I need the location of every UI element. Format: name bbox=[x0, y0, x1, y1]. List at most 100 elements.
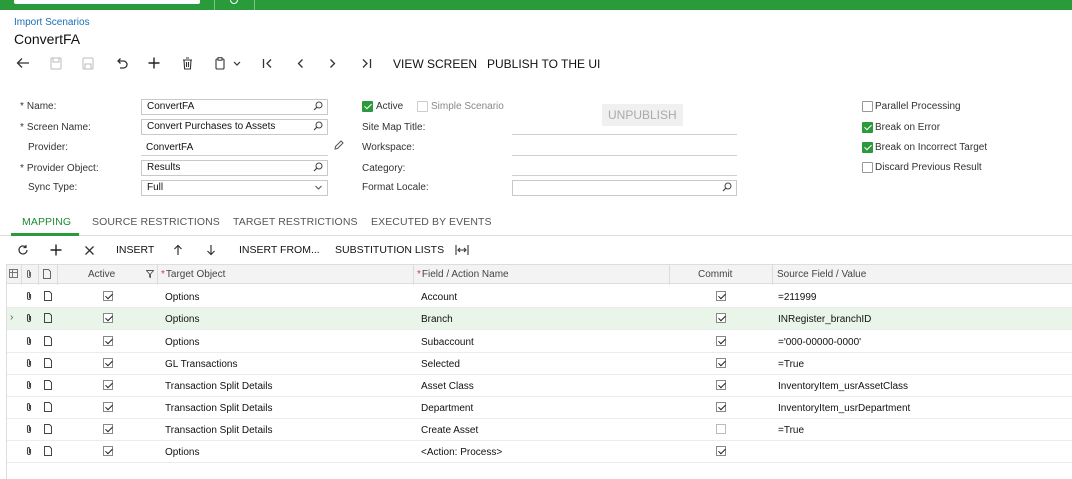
tab-executed-by-events[interactable]: EXECUTED BY EVENTS bbox=[371, 216, 492, 228]
row-commit-checkbox[interactable] bbox=[716, 402, 726, 412]
row-commit-checkbox[interactable] bbox=[716, 336, 726, 346]
tab-mapping[interactable]: MAPPING bbox=[22, 216, 71, 228]
workspace-field[interactable] bbox=[512, 155, 737, 156]
edit-pencil-icon[interactable] bbox=[333, 140, 344, 154]
attachment-icon[interactable] bbox=[25, 402, 33, 415]
row-active-checkbox[interactable] bbox=[103, 402, 113, 412]
source-value-cell[interactable]: InventoryItem_usrDepartment bbox=[778, 403, 910, 414]
category-field[interactable] bbox=[512, 175, 737, 176]
note-icon[interactable] bbox=[44, 313, 52, 326]
back-icon[interactable] bbox=[14, 52, 32, 74]
table-row[interactable]: › Options Branch INRegister_branchID bbox=[7, 308, 1072, 330]
insert-button[interactable]: INSERT bbox=[116, 244, 154, 256]
first-record-icon[interactable] bbox=[259, 52, 275, 74]
note-icon[interactable] bbox=[44, 291, 52, 304]
grid-settings-icon[interactable] bbox=[9, 269, 18, 281]
attachment-icon[interactable] bbox=[25, 380, 33, 393]
row-active-checkbox[interactable] bbox=[103, 380, 113, 390]
note-icon[interactable] bbox=[44, 402, 52, 415]
row-commit-checkbox[interactable] bbox=[716, 424, 726, 434]
breadcrumb[interactable]: Import Scenarios bbox=[14, 17, 90, 28]
field-action-cell[interactable]: Department bbox=[421, 403, 473, 414]
fit-columns-icon[interactable] bbox=[455, 239, 469, 261]
field-action-cell[interactable]: Create Asset bbox=[421, 425, 478, 436]
attachment-icon[interactable] bbox=[25, 424, 33, 437]
refresh-icon[interactable] bbox=[17, 239, 29, 261]
source-field-column-header[interactable]: Source Field / Value bbox=[777, 269, 866, 280]
note-icon[interactable] bbox=[44, 380, 52, 393]
search-icon[interactable] bbox=[722, 182, 732, 195]
field-action-cell[interactable]: Branch bbox=[421, 314, 453, 325]
substitution-lists-button[interactable]: SUBSTITUTION LISTS bbox=[335, 244, 444, 256]
table-row[interactable]: Transaction Split Details Department Inven… bbox=[7, 397, 1072, 419]
source-value-cell[interactable]: InventoryItem_usrAssetClass bbox=[778, 381, 908, 392]
row-commit-checkbox[interactable] bbox=[716, 380, 726, 390]
target-object-cell[interactable]: Options bbox=[165, 292, 199, 303]
target-object-cell[interactable]: Options bbox=[165, 447, 199, 458]
tab-source-restrictions[interactable]: SOURCE RESTRICTIONS bbox=[92, 216, 220, 228]
target-object-column-header[interactable]: *Target Object bbox=[161, 269, 225, 280]
note-icon[interactable] bbox=[44, 358, 52, 371]
clipboard-dropdown-icon[interactable] bbox=[212, 52, 244, 74]
row-active-checkbox[interactable] bbox=[103, 313, 113, 323]
move-down-icon[interactable] bbox=[206, 239, 216, 261]
search-icon[interactable] bbox=[313, 101, 323, 114]
table-row[interactable]: Options <Action: Process> bbox=[7, 441, 1072, 463]
publish-button[interactable]: PUBLISH TO THE UI bbox=[481, 56, 606, 72]
attachment-icon[interactable] bbox=[25, 291, 33, 304]
row-commit-checkbox[interactable] bbox=[716, 291, 726, 301]
screen-name-field[interactable]: Convert Purchases to Assets bbox=[141, 119, 328, 135]
source-value-cell[interactable]: =211999 bbox=[778, 292, 816, 303]
source-value-cell[interactable]: INRegister_branchID bbox=[778, 314, 871, 325]
simple-scenario-checkbox[interactable] bbox=[417, 101, 428, 112]
field-action-cell[interactable]: Asset Class bbox=[421, 381, 474, 392]
attachment-icon[interactable] bbox=[25, 358, 33, 371]
row-commit-checkbox[interactable] bbox=[716, 358, 726, 368]
row-active-checkbox[interactable] bbox=[103, 424, 113, 434]
row-active-checkbox[interactable] bbox=[103, 336, 113, 346]
site-map-title-field[interactable] bbox=[512, 134, 737, 135]
attachment-icon[interactable] bbox=[25, 313, 33, 326]
search-icon[interactable] bbox=[313, 162, 323, 175]
target-object-cell[interactable]: Transaction Split Details bbox=[165, 403, 272, 414]
provider-object-field[interactable]: Results bbox=[141, 160, 328, 176]
field-action-cell[interactable]: Selected bbox=[421, 359, 460, 370]
row-active-checkbox[interactable] bbox=[103, 446, 113, 456]
field-action-column-header[interactable]: *Field / Action Name bbox=[417, 269, 509, 280]
global-search-box[interactable] bbox=[14, 0, 200, 4]
move-up-icon[interactable] bbox=[173, 239, 183, 261]
last-record-icon[interactable] bbox=[358, 52, 374, 74]
source-value-cell[interactable]: =True bbox=[778, 425, 804, 436]
previous-record-icon[interactable] bbox=[292, 52, 308, 74]
delete-icon[interactable] bbox=[179, 52, 195, 74]
target-object-cell[interactable]: Options bbox=[165, 337, 199, 348]
active-checkbox[interactable] bbox=[362, 101, 373, 112]
row-commit-checkbox[interactable] bbox=[716, 313, 726, 323]
row-commit-checkbox[interactable] bbox=[716, 446, 726, 456]
note-icon[interactable] bbox=[44, 446, 52, 459]
view-screen-button[interactable]: VIEW SCREEN bbox=[387, 56, 483, 72]
save-icon[interactable] bbox=[48, 52, 64, 74]
sync-type-select[interactable]: Full bbox=[141, 180, 328, 196]
active-column-header[interactable]: Active bbox=[88, 269, 115, 280]
add-row-icon[interactable] bbox=[50, 239, 62, 261]
table-row[interactable]: Transaction Split Details Create Asset =Tr… bbox=[7, 419, 1072, 441]
note-icon[interactable] bbox=[44, 336, 52, 349]
target-object-cell[interactable]: Transaction Split Details bbox=[165, 381, 272, 392]
add-icon[interactable] bbox=[146, 52, 162, 74]
table-row[interactable]: Options Account =211999 bbox=[7, 286, 1072, 308]
attachment-icon[interactable] bbox=[25, 446, 33, 459]
discard-previous-result-checkbox[interactable] bbox=[862, 162, 873, 173]
save-close-icon[interactable] bbox=[80, 52, 96, 74]
history-icon[interactable] bbox=[230, 0, 238, 4]
table-row[interactable]: GL Transactions Selected =True bbox=[7, 353, 1072, 375]
break-on-incorrect-target-checkbox[interactable] bbox=[862, 142, 873, 153]
target-object-cell[interactable]: Transaction Split Details bbox=[165, 425, 272, 436]
table-row[interactable]: Options Subaccount ='000-00000-0000' bbox=[7, 331, 1072, 353]
target-object-cell[interactable]: Options bbox=[165, 314, 199, 325]
row-active-checkbox[interactable] bbox=[103, 358, 113, 368]
provider-value[interactable]: ConvertFA bbox=[146, 142, 193, 153]
target-object-cell[interactable]: GL Transactions bbox=[165, 359, 237, 370]
field-action-cell[interactable]: <Action: Process> bbox=[421, 447, 502, 458]
source-value-cell[interactable]: =True bbox=[778, 359, 804, 370]
